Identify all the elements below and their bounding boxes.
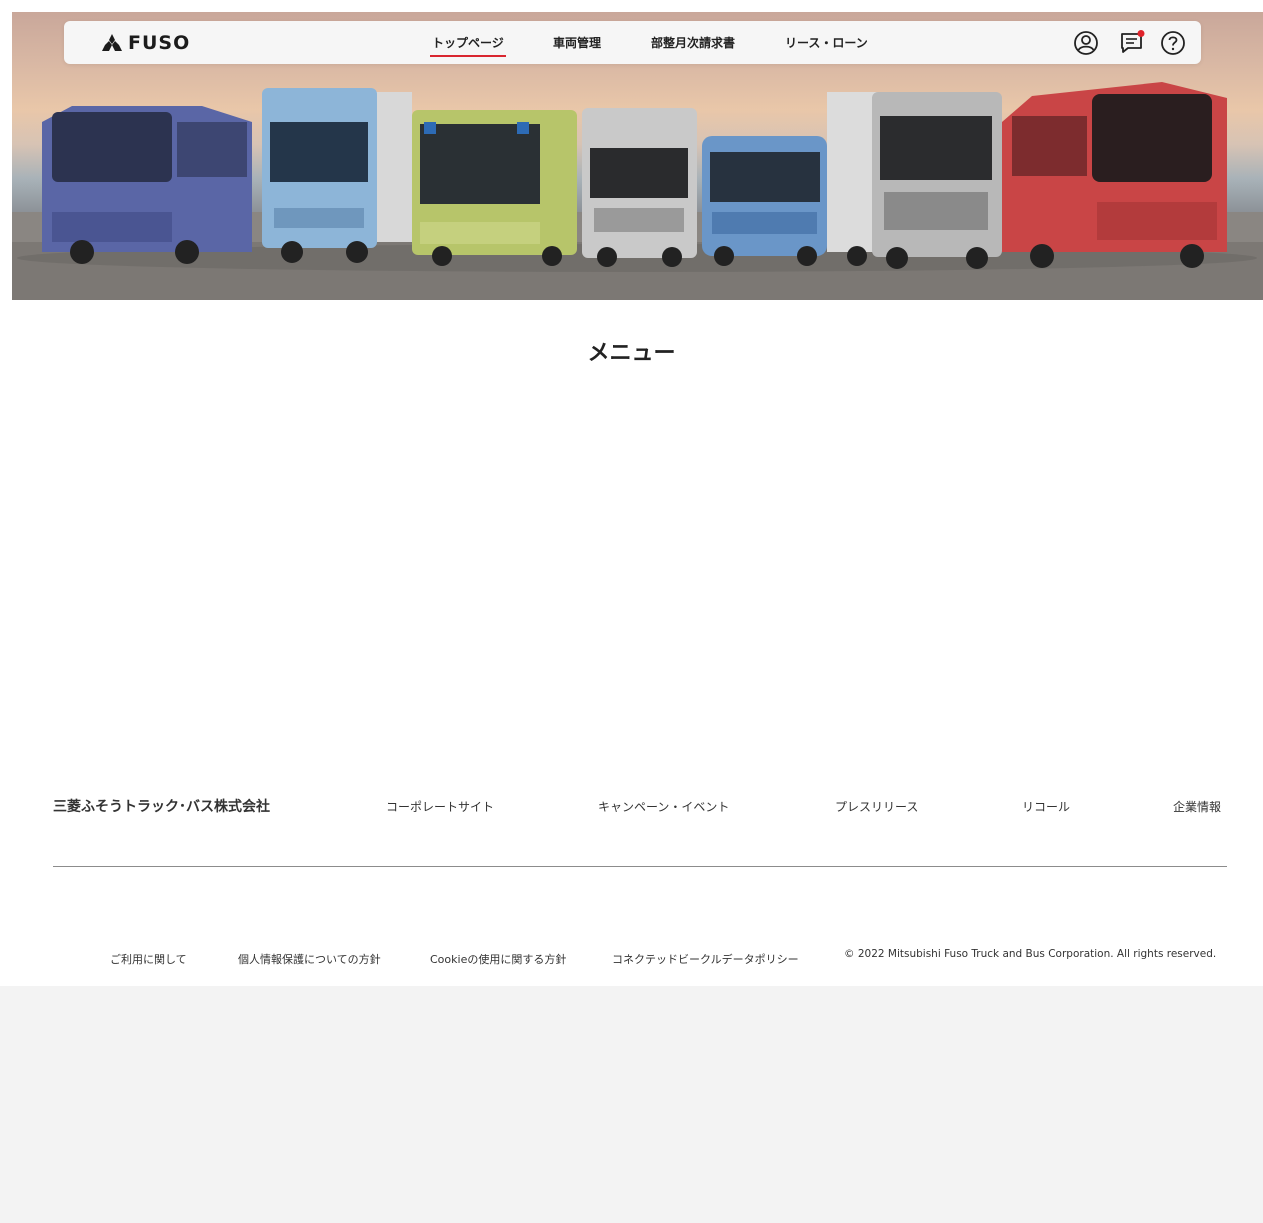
fuso-logo[interactable]: FUSO (100, 32, 190, 54)
footer-link-privacy[interactable]: 個人情報保護についての方針 (238, 951, 381, 967)
footer-link-terms[interactable]: ご利用に関して (110, 951, 187, 967)
mitsubishi-diamond-icon (102, 34, 122, 51)
footer-link-cookie[interactable]: Cookieの使用に関する方針 (430, 951, 566, 967)
footer-link-recall[interactable]: リコール (1022, 798, 1070, 815)
page-title: メニュー (587, 341, 676, 366)
footer-link-connected-vehicle[interactable]: コネクテッドビークルデータポリシー (612, 951, 799, 967)
footer-divider (53, 866, 1227, 867)
footer-link-company-info[interactable]: 企業情報 (1173, 798, 1221, 815)
nav-top-page[interactable]: トップページ (430, 34, 506, 57)
header-nav-bar: FUSO トップページ 車両管理 部整月次請求書 リース・ローン (64, 21, 1201, 64)
message-icon[interactable] (1119, 30, 1145, 56)
nav-vehicle-management[interactable]: 車両管理 (553, 34, 601, 51)
nav-lease-loan[interactable]: リース・ローン (785, 34, 868, 51)
logo-text: FUSO (128, 32, 191, 54)
account-icon[interactable] (1073, 30, 1099, 56)
notification-dot-icon (1137, 30, 1145, 37)
footer-link-corporate[interactable]: コーポレートサイト (386, 798, 494, 815)
nav-monthly-invoice[interactable]: 部整月次請求書 (651, 34, 735, 51)
footer-link-campaign[interactable]: キャンペーン・イベント (598, 798, 729, 815)
help-icon[interactable] (1160, 30, 1186, 56)
copyright-text: © 2022 Mitsubishi Fuso Truck and Bus Cor… (844, 948, 1217, 960)
footer-company-name: 三菱ふそうトラック･バス株式会社 (53, 799, 270, 815)
footer-link-press[interactable]: プレスリリース (835, 798, 918, 815)
